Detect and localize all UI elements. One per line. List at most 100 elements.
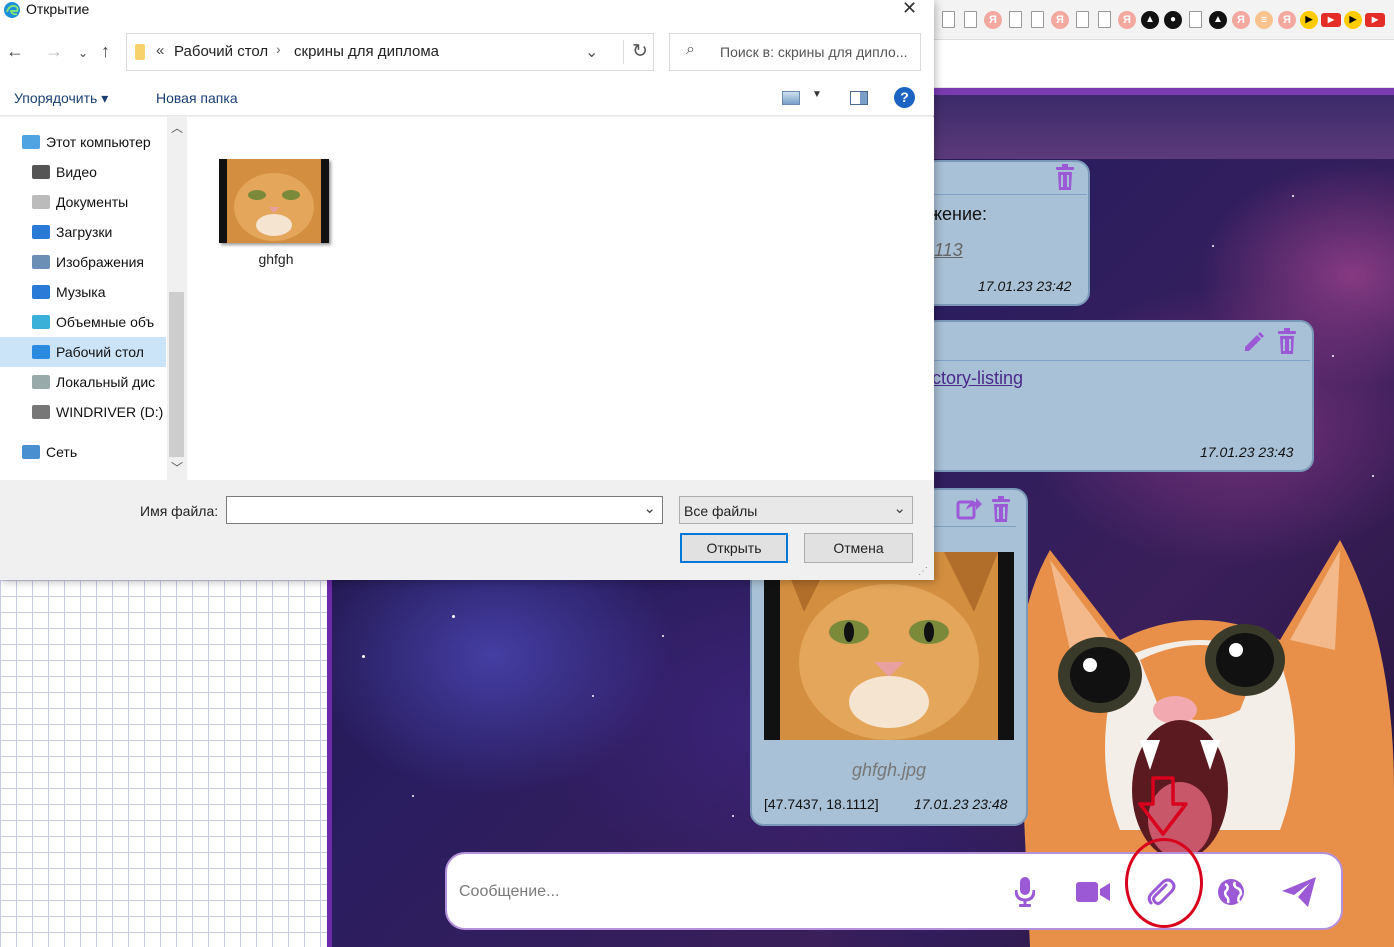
view-mode-icon[interactable] [782, 91, 800, 105]
message-link[interactable]: ctory-listing [932, 368, 1023, 389]
nav-item[interactable]: Видео [0, 157, 166, 187]
breadcrumb-desktop[interactable]: Рабочий стол [174, 43, 268, 60]
up-arrow-icon[interactable]: ↑ [101, 42, 110, 60]
tab-favicon-doc-icon[interactable] [964, 11, 977, 28]
navigation-scrollbar[interactable]: ︿ ﹀ [167, 117, 186, 480]
annotation-arrow-icon [1138, 776, 1188, 836]
new-folder-button[interactable]: Новая папка [156, 90, 238, 106]
filetype-dropdown-chevron-icon[interactable]: ⌄ [893, 499, 906, 517]
video-button[interactable] [1071, 872, 1115, 912]
breadcrumb-overflow[interactable]: « [156, 42, 164, 59]
send-button[interactable] [1277, 872, 1321, 912]
network-icon [22, 445, 40, 459]
send-paper-plane-icon [1282, 877, 1316, 907]
message-link[interactable]: 113 [934, 240, 963, 261]
search-placeholder: Поиск в: скрины для дипло... [720, 44, 908, 60]
nav-item[interactable]: Изображения [0, 247, 166, 277]
tab-favicon-doc-icon[interactable] [1031, 11, 1044, 28]
nav-item[interactable]: Сеть [0, 437, 166, 467]
organize-menu-button[interactable]: Упорядочить ▾ [14, 90, 108, 107]
file-name: ghfgh [258, 251, 294, 267]
nav-item[interactable]: Загрузки [0, 217, 166, 247]
message-bubble: ctory-listing 17.01.23 23:43 [900, 320, 1314, 472]
drive-icon [32, 405, 50, 419]
delete-icon[interactable] [1052, 162, 1078, 192]
scrollbar-thumb[interactable] [169, 292, 184, 457]
filename-label: Имя файла: [140, 503, 219, 519]
globe-icon [1218, 879, 1244, 905]
nav-item[interactable]: Этот компьютер [0, 127, 166, 157]
filename-dropdown-chevron-icon[interactable]: ⌄ [643, 499, 656, 517]
recent-locations-chevron-icon[interactable]: ⌄ [78, 44, 88, 62]
nav-item-label: Музыка [56, 284, 106, 300]
message-composer [445, 852, 1343, 930]
open-button[interactable]: Открыть [680, 533, 788, 563]
breadcrumb-folder[interactable]: скрины для диплома [294, 43, 439, 60]
help-icon[interactable]: ? [894, 87, 915, 108]
dialog-command-bar: Упорядочить ▾ Новая папка ▼ ? [0, 82, 934, 116]
location-button[interactable] [1209, 872, 1253, 912]
scroll-up-arrow-icon[interactable]: ︿ [171, 119, 183, 136]
filetype-select[interactable]: Все файлы ⌄ [679, 496, 913, 524]
scroll-down-arrow-icon[interactable]: ﹀ [171, 459, 183, 476]
nav-item[interactable]: Локальный дис [0, 367, 166, 397]
nav-item[interactable]: Объемные объ [0, 307, 166, 337]
nav-item-label: Изображения [56, 254, 144, 270]
tab-favicon-github-icon[interactable]: ● [1164, 10, 1182, 29]
tab-favicon-triangle-icon[interactable]: ▲ [1141, 10, 1159, 29]
grid-background-pane [0, 580, 327, 947]
tab-favicon-yandex-icon[interactable]: Я [984, 10, 1002, 29]
tab-favicon-play-icon[interactable]: ▶ [1344, 10, 1362, 29]
music-icon [32, 285, 50, 299]
share-icon[interactable] [954, 494, 984, 522]
view-mode-chevron-icon[interactable]: ▼ [812, 89, 822, 100]
documents-icon [32, 195, 50, 209]
nav-item-label: Рабочий стол [56, 344, 144, 360]
tab-favicon-play-icon[interactable]: ▶ [1300, 10, 1318, 29]
delete-icon[interactable] [988, 494, 1014, 524]
dialog-search-box[interactable]: ⌕ Поиск в: скрины для дипло... [669, 33, 921, 71]
dialog-title: Открытие [26, 1, 90, 17]
browser-address-bar[interactable] [934, 40, 1394, 88]
back-arrow-icon[interactable]: ← [6, 42, 24, 60]
nav-item[interactable]: Рабочий стол [0, 337, 166, 367]
path-dropdown-chevron-icon[interactable]: ⌄ [585, 42, 598, 62]
nav-item[interactable]: WINDRIVER (D:) [0, 397, 166, 427]
tab-favicon-youtube-icon[interactable]: ▶ [1321, 12, 1341, 27]
file-item[interactable]: ghfgh [217, 157, 335, 269]
breadcrumb-separator-icon: › [276, 41, 281, 57]
close-icon[interactable]: ✕ [902, 0, 917, 19]
tab-favicon-youtube-icon[interactable]: ▶ [1365, 12, 1385, 27]
address-path-box[interactable]: « Рабочий стол › скрины для диплома ⌄ ↻ [126, 33, 654, 71]
filename-input[interactable]: ⌄ [226, 496, 663, 524]
downloads-icon [32, 225, 50, 239]
delete-icon[interactable] [1274, 326, 1300, 356]
tab-favicon-triangle-icon[interactable]: ▲ [1209, 10, 1227, 29]
edit-icon[interactable] [1240, 328, 1268, 356]
message-time: 17.01.23 23:48 [914, 796, 1008, 812]
microphone-button[interactable] [1003, 872, 1047, 912]
cancel-button[interactable]: Отмена [804, 533, 913, 563]
tab-favicon-doc-icon[interactable] [1189, 11, 1202, 28]
resize-grip-icon[interactable]: ⋰ [918, 566, 928, 577]
refresh-icon[interactable]: ↻ [623, 40, 648, 64]
tab-favicon-doc-icon[interactable] [1009, 11, 1022, 28]
attached-cat-image[interactable] [764, 552, 1014, 740]
nav-item[interactable]: Документы [0, 187, 166, 217]
tab-favicon-doc-icon[interactable] [942, 11, 955, 28]
tab-favicon-doc-icon[interactable] [1076, 11, 1089, 28]
preview-pane-icon[interactable] [850, 91, 868, 105]
dialog-navigation-pane: Этот компьютер Видео Документы Загрузки Изоб… [0, 117, 186, 480]
tab-favicon-yandex-icon[interactable]: Я [1278, 10, 1296, 29]
tab-favicon-doc-icon[interactable] [1098, 11, 1111, 28]
3d-objects-icon [32, 315, 50, 329]
tab-favicon-yandex-icon[interactable]: Я [1232, 10, 1250, 29]
tab-favicon-yandex-icon[interactable]: Я [1051, 10, 1069, 29]
forward-arrow-icon[interactable]: → [45, 42, 63, 60]
nav-item[interactable]: Музыка [0, 277, 166, 307]
images-icon [32, 255, 50, 269]
message-input[interactable] [459, 878, 979, 906]
tab-favicon-stack-icon[interactable]: ≡ [1255, 10, 1273, 29]
nav-item-label: WINDRIVER (D:) [56, 404, 164, 420]
tab-favicon-yandex-icon[interactable]: Я [1118, 10, 1136, 29]
